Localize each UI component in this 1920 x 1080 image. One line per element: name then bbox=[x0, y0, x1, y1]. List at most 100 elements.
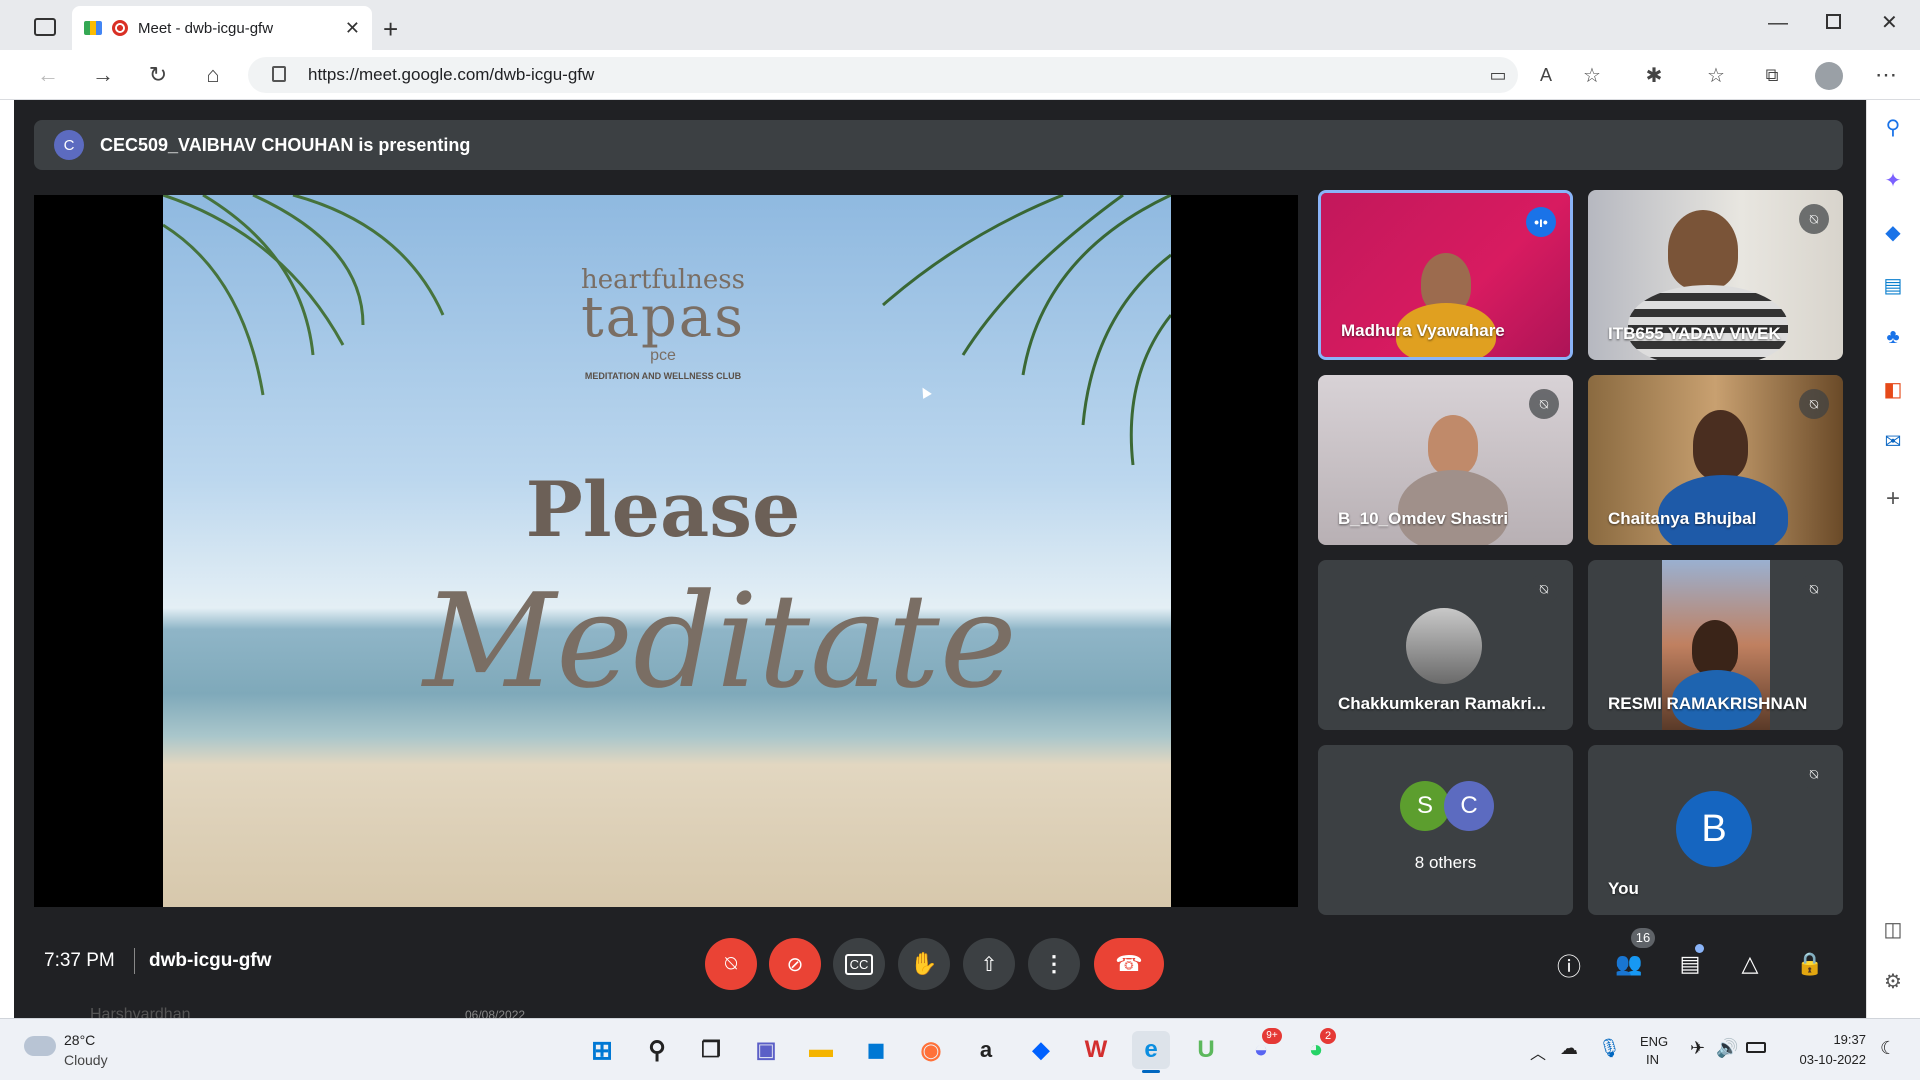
search-icon[interactable]: ⚲ bbox=[1876, 110, 1910, 144]
language-line2[interactable]: IN bbox=[1646, 1052, 1659, 1067]
discord-badge: 9+ bbox=[1262, 1028, 1282, 1044]
add-sidebar-icon[interactable]: + bbox=[1876, 482, 1910, 516]
volume-icon[interactable]: 🔊 bbox=[1716, 1038, 1738, 1059]
file-explorer-icon[interactable]: ▬ bbox=[802, 1031, 840, 1069]
show-hidden-icon[interactable]: ︿ bbox=[1530, 1040, 1546, 1064]
weather-temp[interactable]: 28°C bbox=[64, 1032, 95, 1048]
onedrive-icon[interactable]: ☁ bbox=[1560, 1038, 1578, 1059]
add-favorite-icon[interactable]: ☆ bbox=[1574, 57, 1610, 93]
tab-close-icon[interactable]: ✕ bbox=[345, 18, 360, 39]
presenting-text: CEC509_VAIBHAV CHOUHAN is presenting bbox=[100, 134, 471, 155]
favorites-icon[interactable]: ☆ bbox=[1698, 57, 1734, 93]
new-tab-button[interactable]: + bbox=[383, 14, 398, 45]
refresh-icon[interactable]: ↻ bbox=[140, 57, 176, 93]
task-view-icon[interactable]: ❐ bbox=[692, 1031, 730, 1069]
games-icon[interactable]: ♣ bbox=[1876, 320, 1910, 354]
office-icon[interactable]: ◧ bbox=[1876, 372, 1910, 406]
outlook-icon[interactable]: ✉ bbox=[1876, 424, 1910, 458]
people-button[interactable]: 👥 bbox=[1609, 944, 1649, 984]
host-controls-button[interactable]: 🔒 bbox=[1790, 944, 1830, 984]
meeting-details-button[interactable]: ⓘ bbox=[1549, 944, 1589, 984]
clock-time[interactable]: 19:37 bbox=[1796, 1032, 1866, 1047]
club-name: MEDITATION AND WELLNESS CLUB bbox=[584, 371, 742, 381]
chat-dot bbox=[1695, 944, 1704, 953]
search-taskbar-icon[interactable]: ⚲ bbox=[638, 1031, 676, 1069]
participant-tile-4[interactable]: ⍉ Chaitanya Bhujbal bbox=[1588, 375, 1843, 545]
dropbox-icon[interactable]: ◆ bbox=[1022, 1031, 1060, 1069]
browser-tab[interactable]: Meet - dwb-icgu-gfw ✕ bbox=[72, 6, 372, 50]
more-vert-icon: ⋮ bbox=[1043, 951, 1065, 976]
whatsapp-badge: 2 bbox=[1320, 1028, 1336, 1044]
muted-mic-icon: ⍉ bbox=[1529, 389, 1559, 419]
present-button[interactable]: ⇧ bbox=[963, 938, 1015, 990]
weather-desc[interactable]: Cloudy bbox=[64, 1052, 108, 1068]
recording-icon bbox=[112, 20, 128, 36]
tab-title: Meet - dwb-icgu-gfw bbox=[138, 19, 274, 37]
lock-icon[interactable] bbox=[272, 66, 286, 82]
participant-tile-6[interactable]: ⍉ RESMI RAMAKRISHNAN bbox=[1588, 560, 1843, 730]
profile-icon[interactable] bbox=[1815, 62, 1843, 90]
chat-button[interactable]: ▤ bbox=[1670, 944, 1710, 984]
avatar bbox=[1406, 608, 1482, 684]
presenting-banner: C CEC509_VAIBHAV CHOUHAN is presenting bbox=[34, 120, 1843, 170]
slide-line-2: Meditate bbox=[423, 565, 1017, 717]
collections-icon[interactable]: ⧉ bbox=[1754, 57, 1790, 93]
others-tile[interactable]: S C 8 others bbox=[1318, 745, 1573, 915]
avatar: C bbox=[1444, 781, 1494, 831]
raise-hand-button[interactable]: ✋ bbox=[898, 938, 950, 990]
sidebar-toggle-icon[interactable]: ◫ bbox=[1876, 912, 1910, 946]
leave-call-button[interactable]: ☎ bbox=[1094, 938, 1164, 990]
language-line1[interactable]: ENG bbox=[1640, 1034, 1668, 1049]
windows-taskbar bbox=[0, 1018, 1920, 1080]
lock-person-icon: 🔒 bbox=[1796, 951, 1824, 976]
muted-mic-icon: ⍉ bbox=[1799, 389, 1829, 419]
network-icon[interactable]: ✈ bbox=[1690, 1038, 1705, 1059]
microphone-icon[interactable]: 🎙 bbox=[1598, 1038, 1621, 1059]
notifications-icon[interactable]: ☾ bbox=[1880, 1038, 1896, 1059]
participant-name: ITB655 YADAV VIVEK bbox=[1608, 324, 1781, 343]
extensions-icon[interactable]: ✱ bbox=[1636, 57, 1672, 93]
self-tile[interactable]: B ⍉ You bbox=[1588, 745, 1843, 915]
active-indicator bbox=[1142, 1070, 1160, 1073]
wps-icon[interactable]: W bbox=[1077, 1031, 1115, 1069]
teams-chat-icon[interactable]: ▣ bbox=[747, 1031, 785, 1069]
shopping-icon[interactable]: ◆ bbox=[1876, 215, 1910, 249]
clock-date[interactable]: 03-10-2022 bbox=[1786, 1052, 1867, 1067]
battery-icon[interactable] bbox=[1746, 1042, 1766, 1053]
people-count-badge: 16 bbox=[1631, 928, 1655, 948]
back-icon[interactable]: ← bbox=[30, 57, 66, 93]
minimize-icon[interactable]: — bbox=[1768, 12, 1788, 35]
address-bar[interactable]: https://meet.google.com/dwb-icgu-gfw bbox=[248, 57, 1518, 93]
camera-off-button[interactable]: ⊘ bbox=[769, 938, 821, 990]
tools-icon[interactable]: ▤ bbox=[1876, 268, 1910, 302]
captions-button[interactable]: CC bbox=[833, 938, 885, 990]
edge-icon[interactable]: e bbox=[1132, 1031, 1170, 1069]
more-icon[interactable]: ⋯ bbox=[1868, 57, 1904, 93]
firefox-icon[interactable]: ◉ bbox=[912, 1031, 950, 1069]
activities-button[interactable]: △ bbox=[1730, 944, 1770, 984]
windows-start-icon[interactable]: ⊞ bbox=[583, 1031, 621, 1069]
participant-tile-1[interactable]: •ı• Madhura Vyawahare bbox=[1318, 190, 1573, 360]
discover-icon[interactable]: ✦ bbox=[1876, 163, 1910, 197]
tab-actions-icon[interactable] bbox=[34, 18, 56, 36]
activities-icon: △ bbox=[1741, 951, 1759, 976]
more-options-button[interactable]: ⋮ bbox=[1028, 938, 1080, 990]
forward-icon[interactable]: → bbox=[85, 57, 121, 93]
close-icon[interactable]: ✕ bbox=[1881, 10, 1898, 35]
participant-tile-2[interactable]: ⍉ ITB655 YADAV VIVEK bbox=[1588, 190, 1843, 360]
camera-icon[interactable]: ▭ bbox=[1480, 57, 1516, 93]
mic-off-button[interactable]: ⍉ bbox=[705, 938, 757, 990]
upwork-icon[interactable]: U bbox=[1187, 1031, 1225, 1069]
participant-tile-5[interactable]: ⍉ Chakkumkeran Ramakri... bbox=[1318, 560, 1573, 730]
read-aloud-icon[interactable]: A bbox=[1528, 57, 1564, 93]
captions-icon: CC bbox=[844, 953, 874, 975]
settings-icon[interactable]: ⚙ bbox=[1876, 964, 1910, 998]
participant-tile-3[interactable]: ⍉ B_10_Omdev Shastri bbox=[1318, 375, 1573, 545]
store-icon[interactable]: ◼ bbox=[857, 1031, 895, 1069]
maximize-icon[interactable] bbox=[1826, 14, 1841, 29]
amazon-icon[interactable]: a bbox=[967, 1031, 1005, 1069]
self-label: You bbox=[1608, 879, 1639, 898]
home-icon[interactable]: ⌂ bbox=[195, 57, 231, 93]
participant-name: Chaitanya Bhujbal bbox=[1608, 509, 1757, 528]
camera-off-icon: ⊘ bbox=[786, 953, 804, 976]
